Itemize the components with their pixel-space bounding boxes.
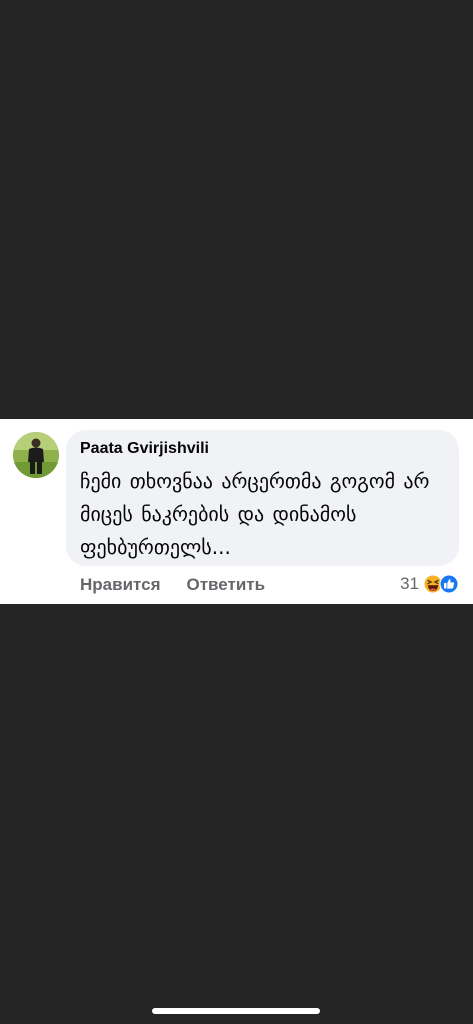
comment-card: Paata Gvirjishvili ჩემი თხოვნაა არცერთმა… (0, 419, 473, 604)
avatar[interactable] (13, 432, 59, 478)
reaction-count: 31 (400, 574, 419, 593)
like-reaction-icon (439, 574, 459, 594)
comment-author[interactable]: Paata Gvirjishvili (80, 439, 449, 459)
reactions-summary[interactable]: 31 (400, 572, 459, 596)
comment-text: ჩემი თხოვნაა არცერთმა გოგომ არ მიცეს ნაკ… (80, 469, 430, 559)
comment-bubble: Paata Gvirjishvili ჩემი თხოვნაა არცერთმა… (66, 430, 459, 566)
comment-actions: Нравится Ответить (80, 574, 265, 596)
home-indicator[interactable] (152, 1008, 320, 1014)
like-button[interactable]: Нравится (80, 575, 161, 595)
reply-button[interactable]: Ответить (187, 575, 266, 595)
user-photo-icon (13, 432, 59, 478)
